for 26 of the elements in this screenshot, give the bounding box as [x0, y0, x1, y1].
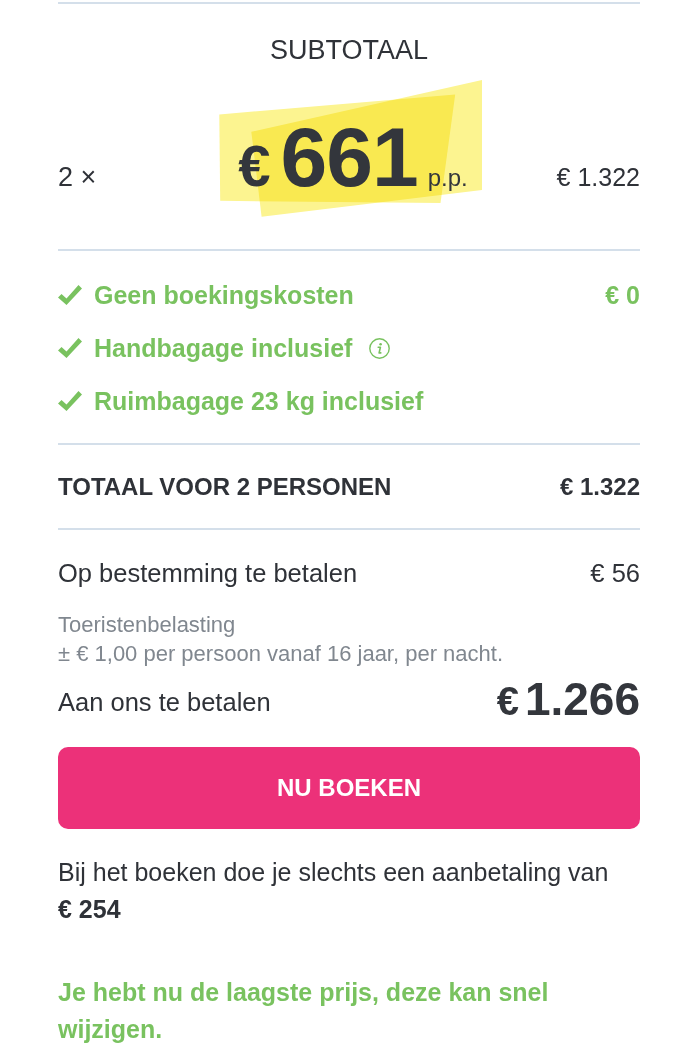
deposit-note: Bij het boeken doe je slechts een aanbetaling van € 254 — [58, 857, 610, 925]
pay-label: Aan ons te betalen — [58, 687, 271, 718]
inclusion-label: Ruimbagage 23 kg inclusief — [94, 386, 424, 417]
destination-amount: € 56 — [590, 558, 640, 589]
book-button[interactable]: NU BOEKEN — [58, 747, 640, 829]
inclusion-label: Handbagage inclusief — [94, 333, 353, 364]
pay-amount: 1.266 — [524, 676, 640, 722]
price-notice: Je hebt nu de laagste prijs, deze kan snel wijzigen. — [58, 977, 550, 1045]
total-label: TOTAAL VOOR 2 PERSONEN — [58, 472, 392, 502]
subtotal-heading: SUBTOTAAL — [268, 34, 429, 66]
check-icon — [58, 391, 82, 411]
inclusion-label: Geen boekingskosten — [94, 280, 354, 311]
check-icon — [58, 285, 82, 305]
total-amount: € 1.322 — [559, 472, 640, 502]
tax-note: ± € 1,00 per persoon vanaf 16 jaar, per nacht. — [58, 640, 505, 668]
destination-label: Op bestemming te betalen — [58, 558, 358, 589]
tax-title: Toeristenbelasting — [58, 611, 237, 639]
price-per-person: 661 — [280, 117, 418, 197]
per-person-label: p.p. — [427, 164, 468, 192]
currency-symbol: € — [238, 132, 271, 200]
quantity-label: 2 × — [58, 162, 97, 193]
check-icon — [58, 338, 82, 358]
subtotal-amount: € 1.322 — [556, 163, 640, 192]
pay-currency: € — [496, 678, 519, 724]
info-icon[interactable] — [369, 337, 391, 359]
fee-amount: € 0 — [605, 280, 640, 311]
